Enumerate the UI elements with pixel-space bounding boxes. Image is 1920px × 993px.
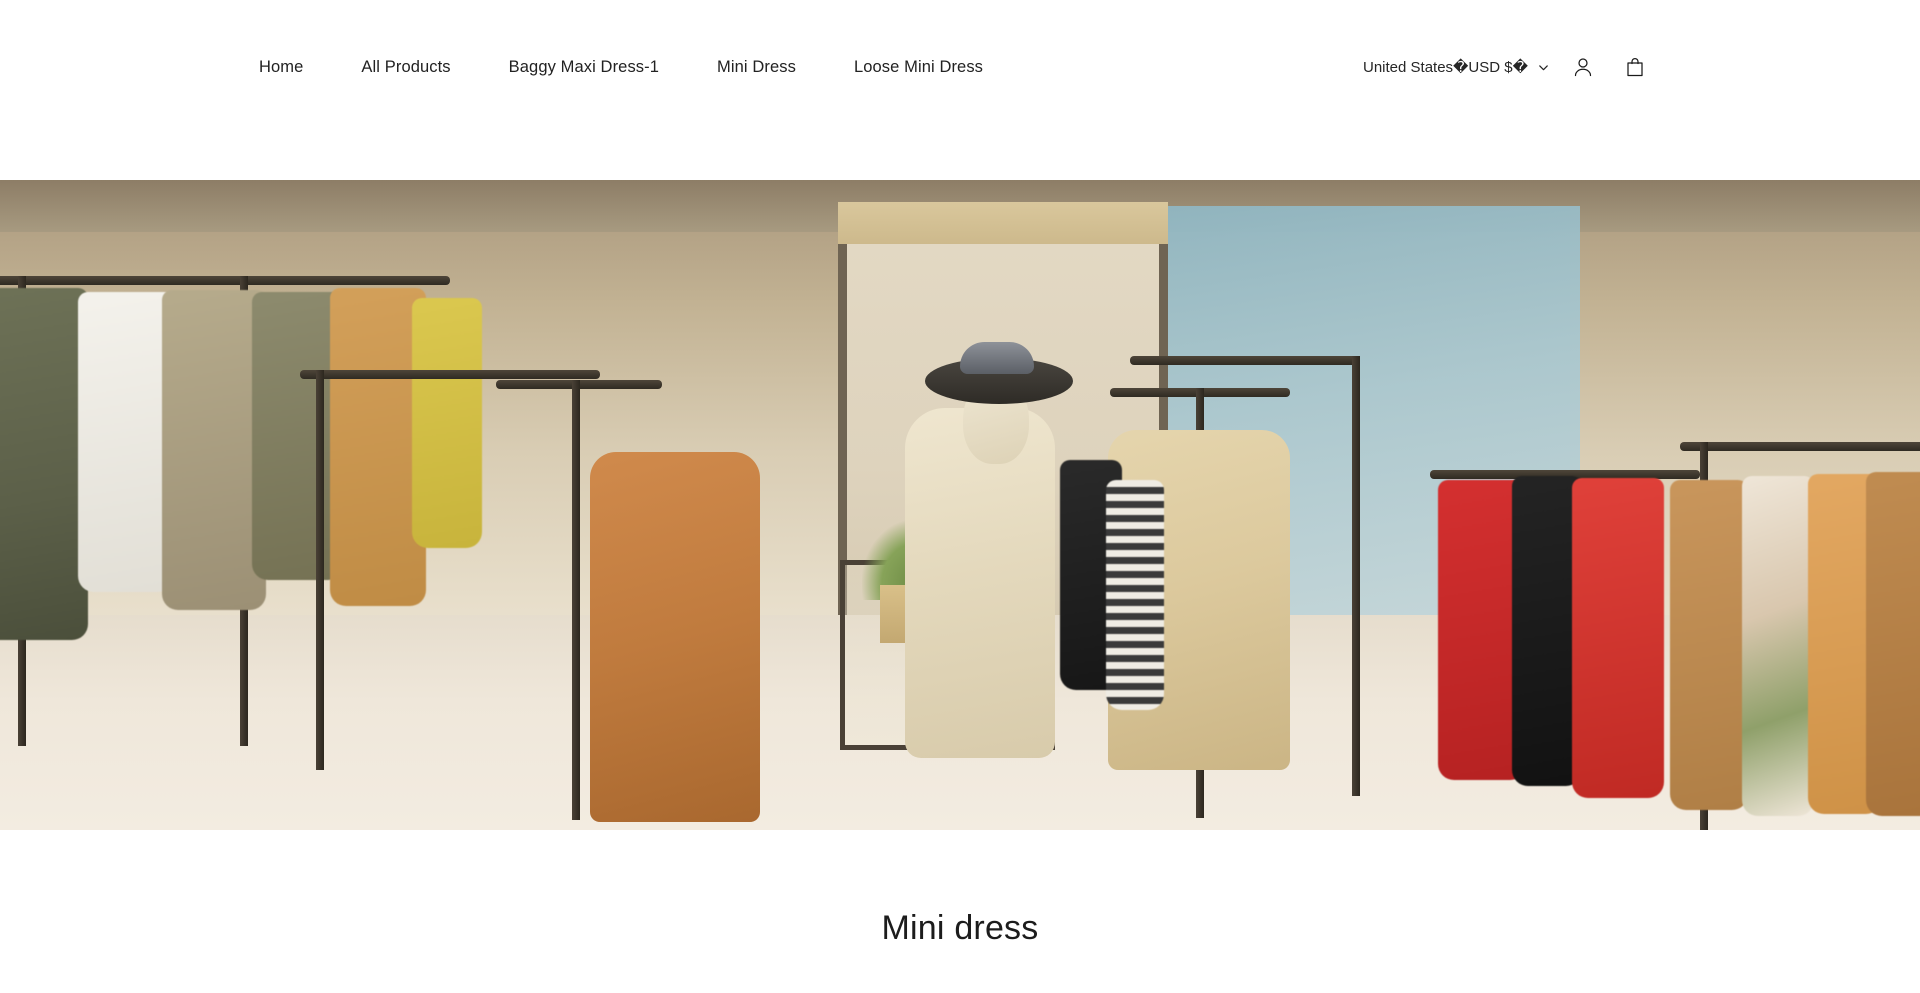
nav-link-home[interactable]: Home [259,55,303,80]
page-title: Mini dress [881,909,1039,947]
main-navigation: Home All Products Baggy Maxi Dress-1 Min… [44,55,983,80]
cart-button[interactable] [1616,48,1654,86]
header-inner: Home All Products Baggy Maxi Dress-1 Min… [0,0,1920,86]
shopping-bag-icon [1624,56,1646,78]
collection-section: Mini dress [0,830,1920,993]
chevron-down-icon [1537,61,1550,74]
locale-selector-label: United States�USD $� [1363,59,1528,76]
hero-image [0,180,1920,830]
hero-banner [0,180,1920,830]
nav-link-baggy-maxi-dress-1[interactable]: Baggy Maxi Dress-1 [509,55,659,80]
nav-link-loose-mini-dress[interactable]: Loose Mini Dress [854,55,983,80]
account-button[interactable] [1564,48,1602,86]
account-icon [1572,56,1594,78]
nav-link-all-products[interactable]: All Products [361,55,450,80]
header-actions: United States�USD $� [1363,48,1876,86]
nav-link-mini-dress[interactable]: Mini Dress [717,55,796,80]
locale-currency-selector[interactable]: United States�USD $� [1363,58,1550,76]
site-header: Home All Products Baggy Maxi Dress-1 Min… [0,0,1920,180]
